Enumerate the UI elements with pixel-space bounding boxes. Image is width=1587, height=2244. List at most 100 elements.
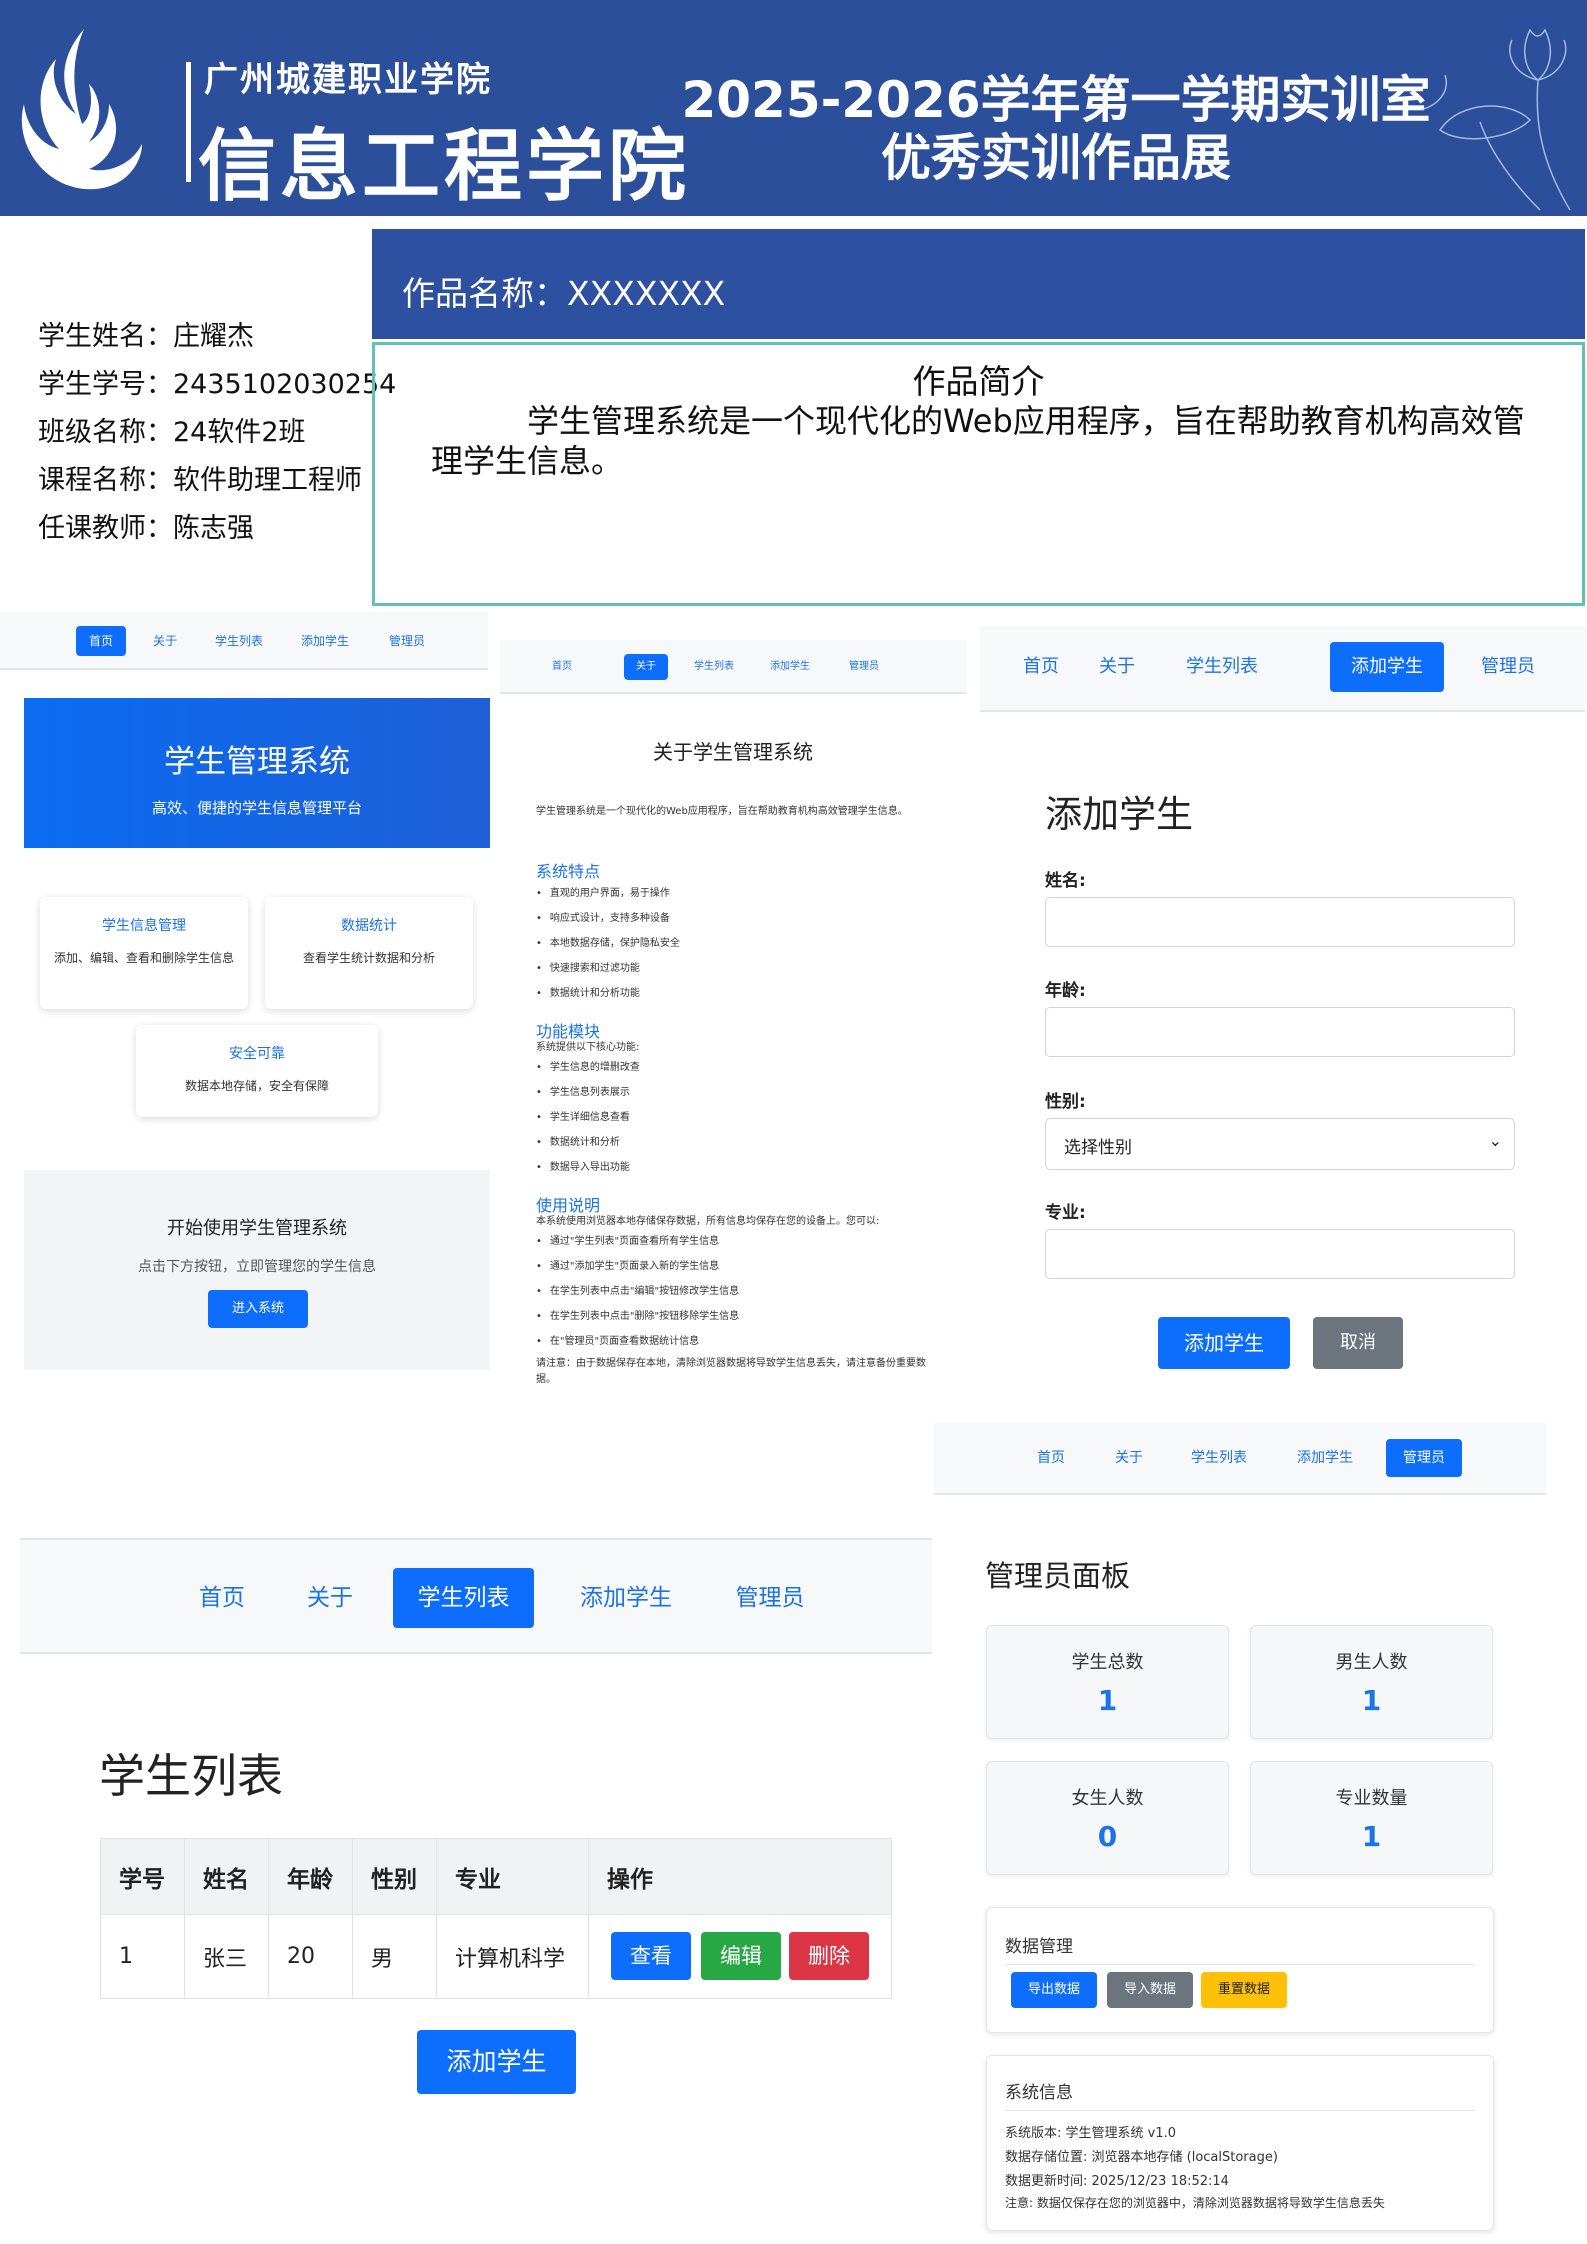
lotus-decoration-icon	[1420, 28, 1571, 211]
list-item: 快速搜索和过滤功能	[536, 959, 640, 974]
nav-home[interactable]: 首页	[540, 654, 584, 680]
usage-intro: 本系统使用浏览器本地存储保存数据，所有信息均保存在您的设备上。您可以:	[536, 1216, 880, 1227]
student-table: 学号 姓名 年龄 性别 专业 操作 1 张三 20 男 计算机科学 查看 编辑 …	[100, 1838, 892, 1999]
edit-button[interactable]: 编辑	[701, 1932, 781, 1980]
system-info-title: 系统信息	[1005, 2083, 1073, 2103]
enter-system-button[interactable]: 进入系统	[208, 1290, 308, 1328]
export-button[interactable]: 导出数据	[1011, 1972, 1097, 2008]
modules-intro: 系统提供以下核心功能:	[536, 1042, 640, 1053]
list-item: 通过"学生列表"页面查看所有学生信息	[536, 1232, 719, 1247]
card-title: 数据统计	[341, 918, 397, 934]
column-header: 姓名	[184, 1838, 269, 1915]
home-navbar: 首页 关于 学生列表 添加学生 管理员	[0, 612, 488, 670]
nav-list[interactable]: 学生列表	[684, 654, 744, 680]
card-desc: 添加、编辑、查看和删除学生信息	[53, 951, 234, 965]
about-navbar: 首页 关于 学生列表 添加学生 管理员	[500, 640, 966, 694]
stat-value: 1	[1361, 1684, 1382, 1717]
data-management-card: 数据管理 导出数据 导入数据 重置数据	[986, 1907, 1494, 2033]
nav-admin[interactable]: 管理员	[838, 654, 890, 680]
list-item: 学生详细信息查看	[536, 1108, 630, 1123]
features-heading: 系统特点	[536, 862, 601, 881]
nav-add[interactable]: 添加学生	[1330, 642, 1444, 692]
intro-box: 作品简介 学生管理系统是一个现代化的Web应用程序，旨在帮助教育机构高效管理学生…	[372, 342, 1585, 606]
list-item: 在学生列表中点击"删除"按钮移除学生信息	[536, 1307, 739, 1322]
cta-title: 开始使用学生管理系统	[167, 1218, 347, 1239]
course-name: 课程名称：软件助理工程师	[38, 465, 362, 496]
cell-major: 计算机科学	[436, 1914, 589, 1999]
intro-text: 学生管理系统是一个现代化的Web应用程序，旨在帮助教育机构高效管理学生信息。	[431, 402, 1525, 480]
nav-list[interactable]: 学生列表	[393, 1568, 534, 1628]
gender-select[interactable]: 选择性别 ⌄	[1045, 1118, 1515, 1170]
card-title: 安全可靠	[229, 1046, 285, 1062]
submit-add-button[interactable]: 添加学生	[1158, 1317, 1290, 1369]
list-item: 数据统计和分析功能	[536, 984, 640, 999]
stat-card: 学生总数 1	[986, 1625, 1229, 1739]
stat-card: 女生人数 0	[986, 1761, 1229, 1875]
name-input[interactable]	[1045, 897, 1515, 947]
work-name-bar: 作品名称：XXXXXXX	[372, 229, 1585, 339]
card-title: 学生信息管理	[102, 918, 186, 934]
view-button[interactable]: 查看	[611, 1932, 691, 1980]
nav-about[interactable]: 关于	[140, 626, 190, 656]
feature-card: 学生信息管理 添加、编辑、查看和删除学生信息	[40, 897, 248, 1009]
exhibit-title-line2: 优秀实训作品展	[881, 129, 1231, 187]
about-note: 请注意：由于数据保存在本地，清除浏览器数据将导致学生信息丢失，请注意备份重要数据…	[536, 1358, 926, 1385]
list-navbar: 首页 关于 学生列表 添加学生 管理员	[20, 1538, 932, 1654]
cancel-button[interactable]: 取消	[1313, 1317, 1403, 1369]
nav-add[interactable]: 添加学生	[556, 1568, 696, 1628]
cell-age: 20	[268, 1914, 353, 1999]
nav-admin[interactable]: 管理员	[710, 1568, 830, 1628]
update-time: 数据更新时间: 2025/12/23 18:52:14	[1005, 2174, 1229, 2189]
stat-value: 1	[1361, 1820, 1382, 1853]
stat-card: 专业数量 1	[1250, 1761, 1493, 1875]
nav-home[interactable]: 首页	[1010, 642, 1072, 692]
nav-add[interactable]: 添加学生	[1286, 1439, 1364, 1477]
column-header: 操作	[588, 1838, 892, 1915]
nav-add[interactable]: 添加学生	[292, 626, 358, 656]
nav-add[interactable]: 添加学生	[760, 654, 820, 680]
nav-home[interactable]: 首页	[1024, 1439, 1078, 1477]
add-navbar: 首页 关于 学生列表 添加学生 管理员	[980, 626, 1585, 712]
nav-list[interactable]: 学生列表	[206, 626, 272, 656]
stat-value: 1	[1097, 1684, 1118, 1717]
nav-list[interactable]: 学生列表	[1170, 642, 1274, 692]
storage-note: 注意: 数据仅保存在您的浏览器中，清除浏览器数据将导致学生信息丢失	[1005, 2196, 1385, 2210]
nav-about[interactable]: 关于	[624, 654, 668, 680]
age-label: 年龄:	[1045, 981, 1086, 1001]
nav-home[interactable]: 首页	[170, 1568, 274, 1628]
nav-list[interactable]: 学生列表	[1180, 1439, 1258, 1477]
data-management-title: 数据管理	[1005, 1937, 1073, 1957]
list-item: 通过"添加学生"页面录入新的学生信息	[536, 1257, 719, 1272]
major-input[interactable]	[1045, 1229, 1515, 1279]
add-student-button[interactable]: 添加学生	[417, 2030, 576, 2094]
age-input[interactable]	[1045, 1007, 1515, 1057]
modules-heading: 功能模块	[536, 1022, 601, 1041]
column-header: 学号	[100, 1838, 185, 1915]
about-panel: 关于学生管理系统 学生管理系统是一个现代化的Web应用程序，旨在帮助教育机构高效…	[500, 640, 966, 1400]
list-title: 学生列表	[99, 1749, 283, 1803]
logo-divider	[186, 62, 191, 182]
divider	[1005, 1964, 1475, 1965]
major-label: 专业:	[1045, 1203, 1086, 1223]
list-item: 在"管理员"页面查看数据统计信息	[536, 1332, 699, 1347]
list-item: 直观的用户界面，易于操作	[536, 884, 670, 899]
add-title: 添加学生	[1045, 793, 1193, 836]
cta-desc: 点击下方按钮，立即管理您的学生信息	[138, 1259, 376, 1275]
column-header: 专业	[436, 1838, 589, 1915]
home-hero: 学生管理系统 高效、便捷的学生信息管理平台	[24, 698, 490, 848]
list-item: 在学生列表中点击"编辑"按钮修改学生信息	[536, 1282, 739, 1297]
teacher-name: 任课教师：陈志强	[38, 513, 254, 544]
nav-admin[interactable]: 管理员	[1386, 1439, 1462, 1477]
nav-about[interactable]: 关于	[1102, 1439, 1156, 1477]
class-name: 班级名称：24软件2班	[38, 417, 306, 448]
nav-about[interactable]: 关于	[1086, 642, 1148, 692]
delete-button[interactable]: 删除	[789, 1932, 869, 1980]
nav-admin[interactable]: 管理员	[1456, 642, 1560, 692]
nav-admin[interactable]: 管理员	[376, 626, 438, 656]
import-button[interactable]: 导入数据	[1107, 1972, 1193, 2008]
gender-label: 性别:	[1045, 1092, 1086, 1112]
nav-home[interactable]: 首页	[76, 626, 126, 656]
reset-button[interactable]: 重置数据	[1201, 1972, 1287, 2008]
nav-about[interactable]: 关于	[278, 1568, 382, 1628]
school-name: 广州城建职业学院	[204, 60, 492, 100]
